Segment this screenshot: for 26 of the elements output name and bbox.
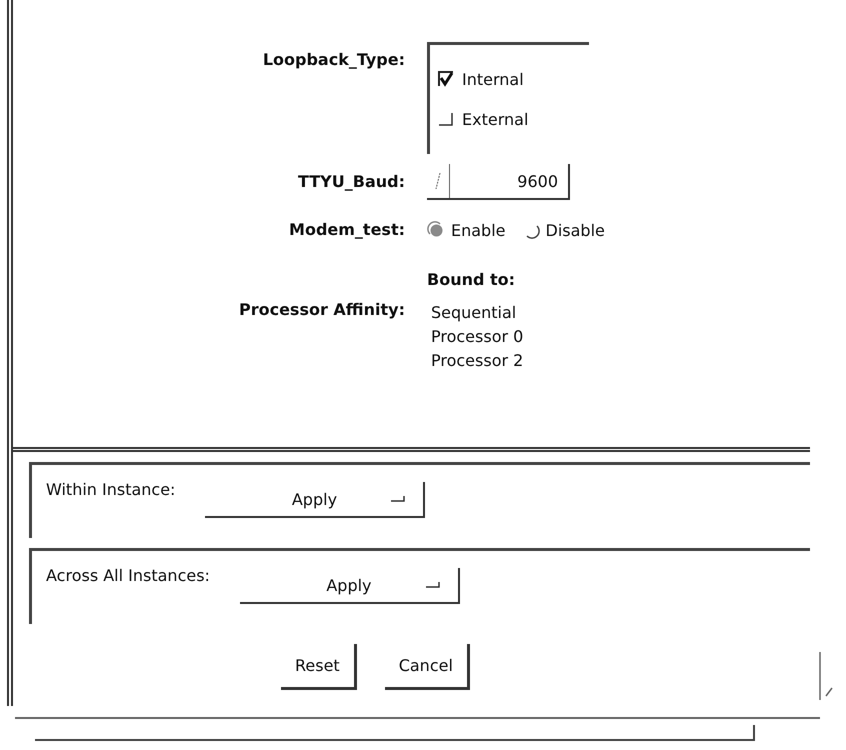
baud-option-menu[interactable]: 9600 xyxy=(427,164,570,200)
checkbox[interactable] xyxy=(438,111,454,127)
field-label: Processor Affinity: xyxy=(238,300,405,321)
dialog-button[interactable]: Reset xyxy=(281,644,357,690)
list-item[interactable]: Sequential xyxy=(431,301,820,325)
radio-button[interactable] xyxy=(427,221,445,239)
dialog-button[interactable]: Cancel xyxy=(384,644,470,690)
slash-icon xyxy=(435,173,441,189)
apply-option-menu[interactable]: Apply xyxy=(240,568,460,604)
field-label: Loopback_Type: xyxy=(262,50,405,71)
panel-label: Within Instance: xyxy=(46,480,176,499)
radio-label: Disable xyxy=(546,220,605,240)
checkbox[interactable] xyxy=(438,71,454,87)
apply-option-menu[interactable]: Apply xyxy=(205,482,426,518)
scrollbar-thumb[interactable] xyxy=(35,725,755,741)
list-heading: Bound to: xyxy=(427,269,516,291)
checkbox-label: Internal xyxy=(462,70,524,88)
list-item[interactable]: Processor 2 xyxy=(431,349,820,373)
field-label: TTYU_Baud: xyxy=(296,171,405,193)
panel-label: Across All Instances: xyxy=(46,566,210,585)
menu-indicator-icon xyxy=(426,582,440,588)
field-label: Modem_test: xyxy=(288,219,405,241)
checkbox-label: External xyxy=(462,110,528,128)
list-item[interactable]: Processor 0 xyxy=(431,325,820,349)
radio-label: Enable xyxy=(451,220,506,240)
menu-indicator-icon xyxy=(391,496,406,502)
